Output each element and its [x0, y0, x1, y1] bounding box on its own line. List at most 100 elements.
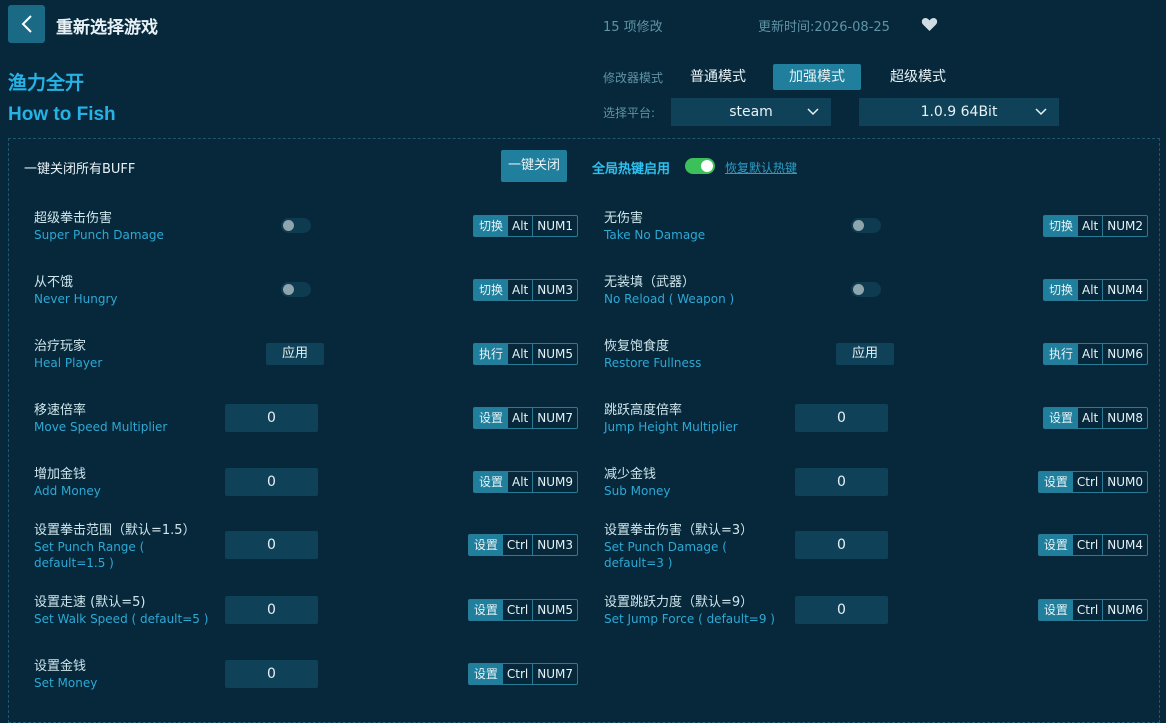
update-time: 更新时间:2026-08-25	[758, 20, 890, 35]
hotkey-action: 设置	[468, 600, 503, 620]
cheat-label-cn: 从不饿	[34, 275, 74, 290]
hotkey-action: 设置	[1038, 472, 1073, 492]
all-off-button[interactable]: 一键关闭	[501, 150, 567, 182]
hotkey-modifier: Ctrl	[503, 664, 534, 684]
hotkey-action: 设置	[468, 664, 503, 684]
hotkey-modifier: Alt	[1078, 280, 1104, 300]
cheat-label-en: Never Hungry	[34, 292, 118, 306]
hotkey-key: NUM4	[1107, 283, 1143, 297]
mode-normal-button[interactable]: 普通模式	[674, 64, 762, 90]
hotkey-group[interactable]: 执行 Alt NUM5	[472, 343, 578, 365]
mode-label: 修改器模式	[603, 71, 664, 85]
hotkey-group[interactable]: 设置 Alt NUM9	[472, 471, 578, 493]
mode-enhanced-button[interactable]: 加强模式	[773, 64, 861, 90]
cheat-item: 设置走速 (默认=5) Set Walk Speed ( default=5 )	[34, 594, 208, 627]
hotkey-group[interactable]: 切换 Alt NUM1	[472, 215, 578, 237]
value-input[interactable]	[225, 531, 318, 559]
hotkey-action: 切换	[1043, 216, 1078, 236]
hotkey-key: NUM0	[1107, 475, 1143, 489]
platform-select[interactable]: steam	[671, 98, 831, 126]
cheat-toggle[interactable]	[281, 218, 311, 233]
hotkey-group[interactable]: 设置 Ctrl NUM4	[1037, 534, 1148, 556]
hotkey-key: NUM9	[537, 475, 573, 489]
hotkey-modifier: Alt	[508, 280, 534, 300]
value-input[interactable]	[225, 404, 318, 432]
apply-button[interactable]: 应用	[836, 343, 894, 365]
restore-hotkeys-link[interactable]: 恢复默认热键	[725, 159, 797, 176]
hotkey-group[interactable]: 设置 Alt NUM7	[472, 407, 578, 429]
cheat-label-cn: 恢复饱食度	[604, 339, 670, 354]
hotkey-action: 设置	[1038, 535, 1073, 555]
cheat-item: 恢复饱食度 Restore Fullness	[604, 338, 701, 371]
hotkey-key: NUM5	[537, 347, 573, 361]
cheat-toggle[interactable]	[851, 218, 881, 233]
version-value: 1.0.9 64Bit	[920, 104, 998, 120]
value-input[interactable]	[225, 596, 318, 624]
hotkey-key: NUM1	[537, 219, 573, 233]
hotkey-modifier: Ctrl	[1073, 472, 1104, 492]
hotkey-key: NUM4	[1107, 538, 1143, 552]
hotkey-group[interactable]: 执行 Alt NUM6	[1042, 343, 1148, 365]
cheat-label-cn: 移速倍率	[34, 403, 87, 418]
cheat-label-cn: 无装填（武器）	[604, 275, 696, 290]
all-off-label: 一键关闭所有BUFF	[24, 162, 136, 177]
hotkey-modifier: Ctrl	[503, 600, 534, 620]
hotkey-group[interactable]: 切换 Alt NUM3	[472, 279, 578, 301]
hotkey-modifier: Alt	[508, 472, 534, 492]
hotkey-action: 切换	[1043, 280, 1078, 300]
mode-super-button[interactable]: 超级模式	[874, 64, 962, 90]
cheat-item: 无装填（武器） No Reload ( Weapon )	[604, 274, 734, 307]
value-input[interactable]	[795, 468, 888, 496]
cheat-item: 设置拳击伤害（默认=3） Set Punch Damage ( default=3 …	[604, 522, 753, 571]
heart-icon[interactable]	[921, 16, 938, 32]
hotkey-group[interactable]: 设置 Ctrl NUM5	[467, 599, 578, 621]
hotkey-key: NUM8	[1107, 411, 1143, 425]
cheat-toggle[interactable]	[851, 282, 881, 297]
hotkey-toggle[interactable]	[685, 158, 715, 174]
cheat-label-en: Super Punch Damage	[34, 228, 164, 242]
apply-button[interactable]: 应用	[266, 343, 324, 365]
cheat-label-cn: 设置拳击伤害（默认=3）	[604, 523, 754, 538]
value-input[interactable]	[225, 660, 318, 688]
value-input[interactable]	[225, 468, 318, 496]
cheat-label-cn: 减少金钱	[604, 467, 657, 482]
cheat-item: 超级拳击伤害 Super Punch Damage	[34, 210, 164, 243]
back-button[interactable]	[8, 5, 45, 43]
cheat-panel	[8, 138, 1160, 723]
cheat-toggle[interactable]	[281, 282, 311, 297]
hotkey-group[interactable]: 设置 Alt NUM8	[1042, 407, 1148, 429]
hotkey-group[interactable]: 设置 Ctrl NUM0	[1037, 471, 1148, 493]
hotkey-action: 切换	[473, 216, 508, 236]
game-name-en: How to Fish	[8, 104, 116, 125]
chevron-down-icon	[1035, 108, 1047, 116]
cheat-label-en: Set Punch Damage (	[604, 540, 727, 554]
cheat-label-en: Set Jump Force ( default=9 )	[604, 612, 775, 626]
hotkey-group[interactable]: 设置 Ctrl NUM7	[467, 663, 578, 685]
cheat-label-en: Jump Height Multiplier	[604, 420, 738, 434]
cheat-label-cn: 增加金钱	[34, 467, 87, 482]
cheat-item: 设置跳跃力度（默认=9） Set Jump Force ( default=9 )	[604, 594, 775, 627]
hotkey-action: 设置	[468, 535, 503, 555]
hotkey-key: NUM3	[537, 283, 573, 297]
cheat-label-en: Sub Money	[604, 484, 671, 498]
hotkey-modifier: Alt	[1078, 216, 1104, 236]
value-input[interactable]	[795, 404, 888, 432]
hotkey-modifier: Alt	[508, 216, 534, 236]
value-input[interactable]	[795, 531, 888, 559]
hotkey-key: NUM6	[1107, 603, 1143, 617]
cheat-label-en: default=3 )	[604, 556, 673, 570]
cheat-item: 设置金钱 Set Money	[34, 658, 97, 691]
hotkey-group[interactable]: 设置 Ctrl NUM6	[1037, 599, 1148, 621]
cheat-label-en: Take No Damage	[604, 228, 706, 242]
hotkey-group[interactable]: 切换 Alt NUM4	[1042, 279, 1148, 301]
version-select[interactable]: 1.0.9 64Bit	[859, 98, 1059, 126]
value-input[interactable]	[795, 596, 888, 624]
page-title: 重新选择游戏	[56, 18, 158, 38]
hotkey-key: NUM7	[537, 411, 573, 425]
hotkey-action: 执行	[1043, 344, 1078, 364]
hotkey-modifier: Alt	[1078, 408, 1104, 428]
hotkey-group[interactable]: 切换 Alt NUM2	[1042, 215, 1148, 237]
hotkey-group[interactable]: 设置 Ctrl NUM3	[467, 534, 578, 556]
cheat-label-en: No Reload ( Weapon )	[604, 292, 735, 306]
cheat-label-cn: 跳跃高度倍率	[604, 403, 683, 418]
